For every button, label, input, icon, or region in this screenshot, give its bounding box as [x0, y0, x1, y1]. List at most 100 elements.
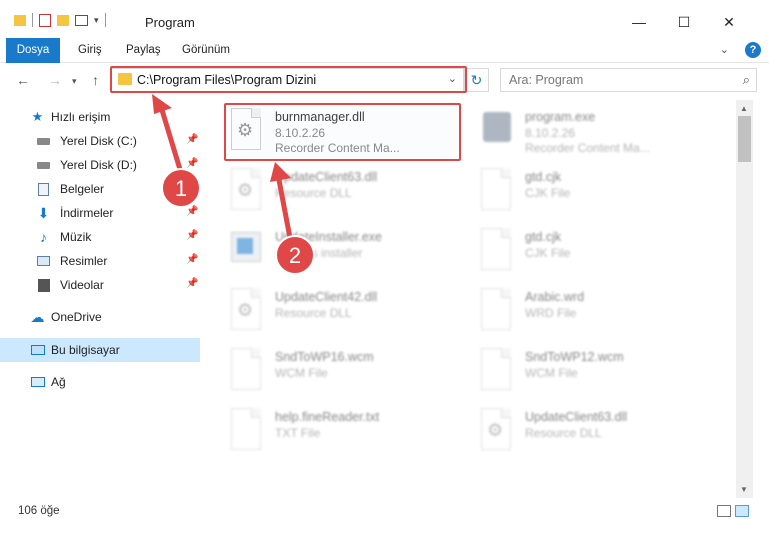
pin-icon[interactable]: 📌	[186, 206, 198, 217]
file-item[interactable]: UpdateInstaller.exe updates installer	[227, 226, 467, 286]
file-item[interactable]: ⚙ UpdateClient42.dll Resource DLL	[227, 286, 467, 346]
sidebar-item-label: Hızlı erişim	[51, 110, 111, 124]
sidebar-item-pictures[interactable]: Resimler 📌	[0, 249, 200, 273]
recent-locations-icon[interactable]: ▾	[72, 76, 77, 87]
back-arrow-icon[interactable]: ←	[16, 72, 30, 88]
scroll-up-icon[interactable]: ▲	[740, 104, 748, 113]
file-item[interactable]: Arabic.wrd WRD File	[477, 286, 717, 346]
tab-file[interactable]: Dosya	[6, 38, 60, 63]
address-path[interactable]: C:\Program Files\Program Dizini	[137, 73, 316, 87]
chevron-down-icon[interactable]: ▾	[94, 15, 99, 26]
sidebar-item-label: Yerel Disk (C:)	[60, 134, 137, 148]
pin-icon[interactable]: 📌	[186, 278, 198, 289]
quick-access-toolbar: ▾	[14, 13, 106, 27]
navigation-pane: ★ Hızlı erişim Yerel Disk (C:) 📌 Yerel D…	[0, 100, 205, 498]
pin-icon[interactable]: 📌	[186, 254, 198, 265]
refresh-button[interactable]: ↻	[464, 68, 489, 92]
dll-icon: ⚙	[477, 406, 519, 456]
file-icon	[477, 346, 519, 396]
expand-ribbon-icon[interactable]: ⌄	[720, 43, 729, 56]
file-type: WCM File	[275, 366, 328, 380]
pin-icon[interactable]: 📌	[186, 158, 198, 169]
new-folder-icon[interactable]	[57, 14, 69, 26]
file-type: TXT File	[275, 426, 321, 440]
file-type: CJK File	[525, 186, 571, 200]
close-button[interactable]: ✕	[706, 8, 752, 36]
tiles-view-icon[interactable]	[735, 505, 749, 517]
folder-icon	[14, 14, 26, 26]
sidebar-item-disk-d[interactable]: Yerel Disk (D:) 📌	[0, 153, 200, 177]
file-description: Recorder Content Ma...	[525, 141, 650, 155]
dll-icon: ⚙	[227, 166, 269, 216]
sidebar-item-downloads[interactable]: ⬇ İndirmeler 📌	[0, 201, 200, 225]
file-name: UpdateClient63.dll	[275, 170, 378, 184]
installer-icon	[227, 226, 269, 276]
sidebar-item-music[interactable]: ♪ Müzik 📌	[0, 225, 200, 249]
pin-icon[interactable]: 📌	[186, 182, 198, 193]
tab-share[interactable]: Paylaş	[114, 38, 173, 63]
chevron-down-icon[interactable]: ⌄	[448, 72, 457, 85]
properties-icon[interactable]	[39, 13, 51, 27]
sidebar-item-label: OneDrive	[51, 310, 102, 324]
view-icon[interactable]	[75, 14, 88, 26]
sidebar-item-label: Belgeler	[60, 182, 105, 196]
file-item[interactable]: gtd.cjk CJK File	[477, 226, 717, 286]
file-name: Arabic.wrd	[525, 290, 585, 304]
sidebar-item-documents[interactable]: Belgeler 📌	[0, 177, 200, 201]
minimize-button[interactable]: —	[616, 8, 662, 36]
sidebar-item-disk-c[interactable]: Yerel Disk (C:) 📌	[0, 129, 200, 153]
sidebar-item-quick-access[interactable]: ★ Hızlı erişim	[0, 105, 200, 129]
star-icon: ★	[31, 109, 44, 124]
file-name: gtd.cjk	[525, 230, 562, 244]
separator	[104, 13, 106, 27]
sidebar-item-this-pc[interactable]: Bu bilgisayar	[0, 338, 200, 362]
details-view-icon[interactable]	[717, 505, 731, 517]
file-item[interactable]: gtd.cjk CJK File	[477, 166, 717, 226]
sidebar-item-label: Videolar	[60, 278, 104, 292]
file-type: WRD File	[525, 306, 577, 320]
file-name: help.fineReader.txt	[275, 410, 380, 424]
file-item[interactable]: SndToWP16.wcm WCM File	[227, 346, 467, 406]
forward-arrow-icon[interactable]: →	[48, 72, 62, 88]
file-icon	[477, 166, 519, 216]
view-toggle	[717, 505, 749, 517]
file-type: Resource DLL	[275, 306, 352, 320]
scroll-down-icon[interactable]: ▼	[740, 485, 748, 494]
up-arrow-icon[interactable]: ↑	[92, 72, 99, 88]
help-icon[interactable]: ?	[745, 42, 761, 58]
sidebar-item-label: Yerel Disk (D:)	[60, 158, 137, 172]
file-item[interactable]: ⚙ UpdateClient63.dll Resource DLL	[227, 166, 467, 226]
videos-icon	[36, 278, 51, 292]
music-icon: ♪	[40, 229, 47, 245]
file-item[interactable]: help.fineReader.txt TXT File	[227, 406, 467, 466]
file-type: Resource DLL	[275, 186, 352, 200]
sidebar-item-label: Müzik	[60, 230, 92, 244]
file-icon	[477, 226, 519, 276]
file-item-program-exe[interactable]: program.exe 8.10.2.26 Recorder Content M…	[477, 106, 717, 166]
sidebar-item-label: Resimler	[60, 254, 108, 268]
tab-view[interactable]: Görünüm	[170, 38, 242, 63]
maximize-button[interactable]: ☐	[661, 8, 707, 36]
pin-icon[interactable]: 📌	[186, 230, 198, 241]
dll-icon: ⚙	[227, 286, 269, 336]
sidebar-item-videos[interactable]: Videolar 📌	[0, 273, 200, 297]
downloads-icon: ⬇	[37, 204, 50, 221]
network-icon	[30, 375, 45, 389]
sidebar-item-onedrive[interactable]: ☁ OneDrive	[0, 305, 200, 329]
pin-icon[interactable]: 📌	[186, 134, 198, 145]
documents-icon	[36, 182, 51, 196]
address-bar[interactable]: C:\Program Files\Program Dizini ⌄	[111, 68, 464, 92]
pictures-icon	[36, 254, 51, 268]
drive-icon	[36, 158, 51, 172]
tab-home[interactable]: Giriş	[66, 38, 114, 63]
search-icon[interactable]: ⌕	[743, 72, 750, 88]
search-input[interactable]: Ara: Program ⌕	[500, 68, 757, 92]
file-item[interactable]: ⚙ UpdateClient63.dll Resource DLL	[477, 406, 717, 466]
scroll-thumb[interactable]	[738, 116, 751, 162]
window-title: Program	[145, 15, 195, 30]
vertical-scrollbar[interactable]: ▲ ▼	[736, 100, 753, 498]
file-type: WCM File	[525, 366, 578, 380]
file-item[interactable]: SndToWP12.wcm WCM File	[477, 346, 717, 406]
sidebar-item-network[interactable]: Ağ	[0, 370, 200, 394]
file-name: UpdateClient42.dll	[275, 290, 378, 304]
